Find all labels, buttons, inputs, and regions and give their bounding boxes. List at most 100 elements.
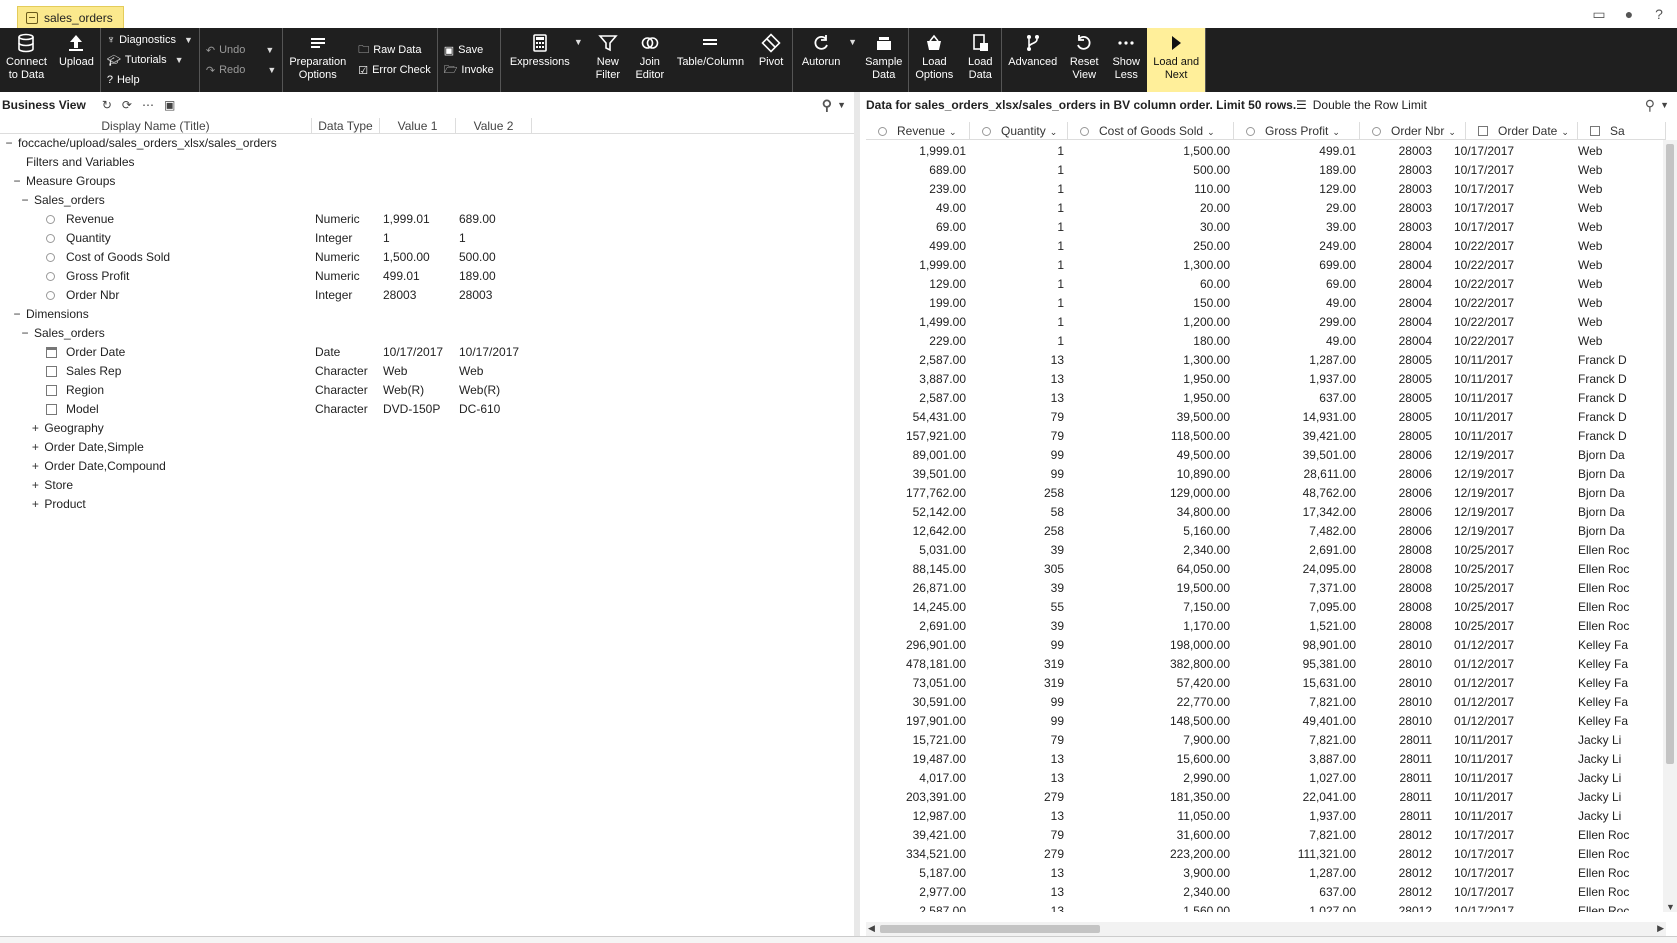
chevron-down-icon[interactable]: ▼ [1660, 100, 1669, 110]
table-row[interactable]: 14,245.00 55 7,150.00 7,095.00 28008 10/25/20… [866, 598, 1666, 617]
error-check-button[interactable]: ☑ Error Check [358, 62, 431, 78]
autorun-button[interactable]: Autorun ▼ [793, 28, 857, 92]
refresh-icon[interactable]: ↻ [102, 98, 112, 112]
tree-row[interactable]: Order Nbr Integer 28003 28003 [0, 286, 854, 305]
save-button[interactable]: ▣ Save [444, 42, 494, 58]
tree-row[interactable]: + Order Date,Simple [0, 438, 854, 457]
expressions-button[interactable]: Expressions ▼ [501, 28, 583, 92]
tree-row[interactable]: + Store [0, 476, 854, 495]
table-row[interactable]: 12,642.00 258 5,160.00 7,482.00 28006 12/19/2… [866, 522, 1666, 541]
sample-data-button[interactable]: Sample Data [859, 28, 908, 92]
scroll-right-icon[interactable]: ▶ [1657, 923, 1664, 934]
tree-row[interactable]: − foccache/upload/sales_orders_xlsx/sales… [0, 134, 854, 153]
tree-row[interactable]: Region Character Web(R) Web(R) [0, 381, 854, 400]
table-row[interactable]: 1,499.00 1 1,200.00 299.00 28004 10/22/2017 We… [866, 313, 1666, 332]
table-row[interactable]: 89,001.00 99 49,500.00 39,501.00 28006 12/19/… [866, 446, 1666, 465]
chevron-down-icon[interactable]: ▼ [848, 36, 857, 49]
collapse-icon[interactable]: − [12, 305, 22, 324]
table-row[interactable]: 478,181.00 319 382,800.00 95,381.00 28010 01/… [866, 655, 1666, 674]
table-row[interactable]: 54,431.00 79 39,500.00 14,931.00 28005 10/11/… [866, 408, 1666, 427]
table-row[interactable]: 52,142.00 58 34,800.00 17,342.00 28006 12/19/… [866, 503, 1666, 522]
expand-icon[interactable]: + [30, 438, 40, 457]
table-row[interactable]: 203,391.00 279 181,350.00 22,041.00 28011 10/… [866, 788, 1666, 807]
invoke-button[interactable]: 🗁︎ Invoke [444, 62, 494, 78]
table-row[interactable]: 157,921.00 79 118,500.00 39,421.00 28005 10/1… [866, 427, 1666, 446]
column-header-value-1[interactable]: Value 1 [380, 118, 456, 133]
expand-icon[interactable]: + [30, 495, 40, 514]
expand-icon[interactable]: + [30, 419, 40, 438]
table-row[interactable]: 73,051.00 319 57,420.00 15,631.00 28010 01/12… [866, 674, 1666, 693]
table-row[interactable]: 296,901.00 99 198,000.00 98,901.00 28010 01/1… [866, 636, 1666, 655]
collapse-icon[interactable]: − [20, 191, 30, 210]
table-row[interactable]: 26,871.00 39 19,500.00 7,371.00 28008 10/25/2… [866, 579, 1666, 598]
grid-column-header[interactable]: Order Nbr ⌄ [1360, 122, 1466, 140]
tree-row[interactable]: − Measure Groups [0, 172, 854, 191]
tree-row[interactable]: + Product [0, 495, 854, 514]
chevron-down-icon[interactable]: ▼ [184, 35, 193, 45]
table-row[interactable]: 88,145.00 305 64,050.00 24,095.00 28008 10/25… [866, 560, 1666, 579]
table-row[interactable]: 1,999.01 1 1,500.00 499.01 28003 10/17/2017 We… [866, 142, 1666, 161]
table-row[interactable]: 499.00 1 250.00 249.00 28004 10/22/2017 Web [866, 237, 1666, 256]
chevron-down-icon[interactable]: ▼ [574, 36, 583, 49]
tutorials-button[interactable]: 🎓︎ Tutorials ▼ [107, 52, 193, 68]
advanced-button[interactable]: Advanced [1002, 28, 1063, 92]
undo-button[interactable]: ↶ Undo ▼ [206, 42, 276, 58]
tree-row[interactable]: Cost of Goods Sold Numeric 1,500.00 500.00 [0, 248, 854, 267]
upload-button[interactable]: Upload [53, 28, 100, 92]
table-row[interactable]: 229.00 1 180.00 49.00 28004 10/22/2017 Web [866, 332, 1666, 351]
table-row[interactable]: 2,587.00 13 1,950.00 637.00 28005 10/11/2017 F… [866, 389, 1666, 408]
load-and-next-button[interactable]: Load and Next [1147, 28, 1206, 92]
table-row[interactable]: 5,031.00 39 2,340.00 2,691.00 28008 10/25/201… [866, 541, 1666, 560]
tree-row[interactable]: Model Character DVD-150P DC-610 [0, 400, 854, 419]
tree-row[interactable]: + Geography [0, 419, 854, 438]
table-row[interactable]: 69.00 1 30.00 39.00 28003 10/17/2017 Web [866, 218, 1666, 237]
table-row[interactable]: 2,587.00 13 1,300.00 1,287.00 28005 10/11/201… [866, 351, 1666, 370]
search-icon[interactable]: ⚲ [1645, 97, 1655, 114]
collapse-icon[interactable]: − [20, 324, 30, 343]
user-icon[interactable]: ● [1621, 6, 1637, 22]
help-button[interactable]: ? Help [107, 72, 193, 88]
chevron-down-icon[interactable]: ▼ [175, 55, 184, 65]
table-row[interactable]: 12,987.00 13 11,050.00 1,937.00 28011 10/11/2… [866, 807, 1666, 826]
tree-row[interactable]: Quantity Integer 1 1 [0, 229, 854, 248]
table-row[interactable]: 199.00 1 150.00 49.00 28004 10/22/2017 Web [866, 294, 1666, 313]
tree-row[interactable]: − Sales_orders [0, 191, 854, 210]
column-header-display-name[interactable]: Display Name (Title) [0, 118, 312, 133]
document-tab[interactable]: sales_orders [17, 6, 124, 28]
table-row[interactable]: 3,887.00 13 1,950.00 1,937.00 28005 10/11/201… [866, 370, 1666, 389]
chevron-down-icon[interactable]: ⌄ [1561, 127, 1569, 137]
tree-row[interactable]: Order Date Date 10/17/2017 10/17/2017 [0, 343, 854, 362]
search-icon[interactable]: ⚲ [822, 97, 832, 114]
chevron-down-icon[interactable]: ⌄ [1207, 127, 1215, 137]
vertical-scrollbar-thumb[interactable] [1666, 144, 1674, 764]
sync-icon[interactable]: ⟳ [122, 98, 132, 112]
redo-button[interactable]: ↷ Redo ▼ [206, 62, 276, 78]
tree-row[interactable]: Sales Rep Character Web Web [0, 362, 854, 381]
collapse-icon[interactable]: − [12, 172, 22, 191]
chevron-down-icon[interactable]: ▼ [267, 65, 276, 75]
show-less-button[interactable]: Show Less [1105, 28, 1147, 92]
scroll-down-icon[interactable]: ▼ [1666, 902, 1675, 912]
chevron-down-icon[interactable]: ⌄ [1050, 127, 1058, 137]
scroll-left-icon[interactable]: ◀ [868, 923, 875, 934]
expand-icon[interactable]: + [30, 476, 40, 495]
table-row[interactable]: 2,691.00 39 1,170.00 1,521.00 28008 10/25/201… [866, 617, 1666, 636]
chevron-down-icon[interactable]: ⌄ [1448, 127, 1456, 137]
double-row-limit-button[interactable]: ☰ Double the Row Limit [1296, 98, 1427, 112]
table-row[interactable]: 30,591.00 99 22,770.00 7,821.00 28010 01/12/2… [866, 693, 1666, 712]
table-row[interactable]: 15,721.00 79 7,900.00 7,821.00 28011 10/11/20… [866, 731, 1666, 750]
grid-column-header[interactable]: Order Date ⌄ [1466, 122, 1578, 140]
table-row[interactable]: 2,587.00 13 1,560.00 1,027.00 28012 10/17/201… [866, 902, 1666, 912]
table-row[interactable]: 39,421.00 79 31,600.00 7,821.00 28012 10/17/2… [866, 826, 1666, 845]
load-data-button[interactable]: Load Data [959, 28, 1001, 92]
table-row[interactable]: 19,487.00 13 15,600.00 3,887.00 28011 10/11/2… [866, 750, 1666, 769]
tree-row[interactable]: − Dimensions [0, 305, 854, 324]
diagnostics-button[interactable]: ♆ Diagnostics ▼ [107, 32, 193, 48]
help-question-icon[interactable]: ? [1651, 6, 1667, 22]
tree-row[interactable]: Revenue Numeric 1,999.01 689.00 [0, 210, 854, 229]
preparation-options-button[interactable]: Preparation Options [283, 28, 352, 92]
tree-row[interactable]: Filters and Variables [0, 153, 854, 172]
tree-row[interactable]: Gross Profit Numeric 499.01 189.00 [0, 267, 854, 286]
tree-row[interactable]: + Order Date,Compound [0, 457, 854, 476]
chevron-down-icon[interactable]: ⌄ [1332, 127, 1340, 137]
